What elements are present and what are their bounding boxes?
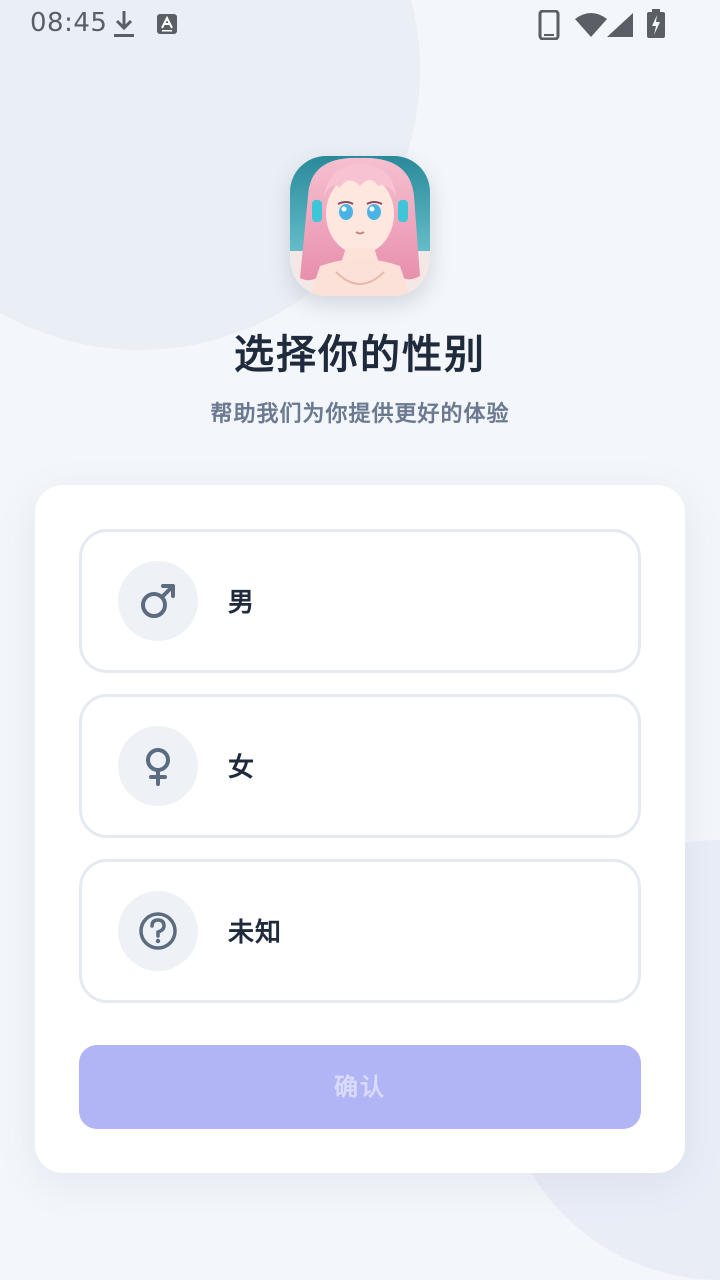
app-icon [290, 156, 430, 296]
phone-icon [538, 9, 560, 44]
gender-option-unknown[interactable]: 未知 [79, 859, 641, 1003]
page-subtitle: 帮助我们为你提供更好的体验 [210, 402, 510, 427]
page-title: 选择你的性别 [234, 332, 486, 378]
male-icon-badge [118, 561, 198, 641]
wifi-icon [574, 12, 608, 42]
female-icon-badge [118, 726, 198, 806]
battery-charging-icon [646, 9, 666, 43]
keyboard-a-icon [156, 13, 178, 39]
gender-option-male[interactable]: 男 [79, 529, 641, 673]
signal-icon [606, 12, 634, 42]
gender-selection-screen: 08:45 选择你的性别 帮助我们为你提供更好的体验 男 女 未知 确认 [0, 0, 720, 1280]
option-label-female: 女 [228, 753, 256, 783]
option-label-male: 男 [228, 588, 256, 618]
status-time: 08:45 [30, 8, 108, 38]
female-icon [146, 748, 170, 786]
status-bar: 08:45 [0, 0, 720, 48]
option-label-unknown: 未知 [228, 918, 283, 948]
gender-option-female[interactable]: 女 [79, 694, 641, 838]
gender-card: 男 女 未知 确认 [35, 485, 685, 1173]
question-icon [139, 912, 177, 950]
confirm-button[interactable]: 确认 [79, 1045, 641, 1129]
download-icon [112, 9, 136, 43]
male-icon [141, 584, 175, 618]
question-icon-badge [118, 891, 198, 971]
